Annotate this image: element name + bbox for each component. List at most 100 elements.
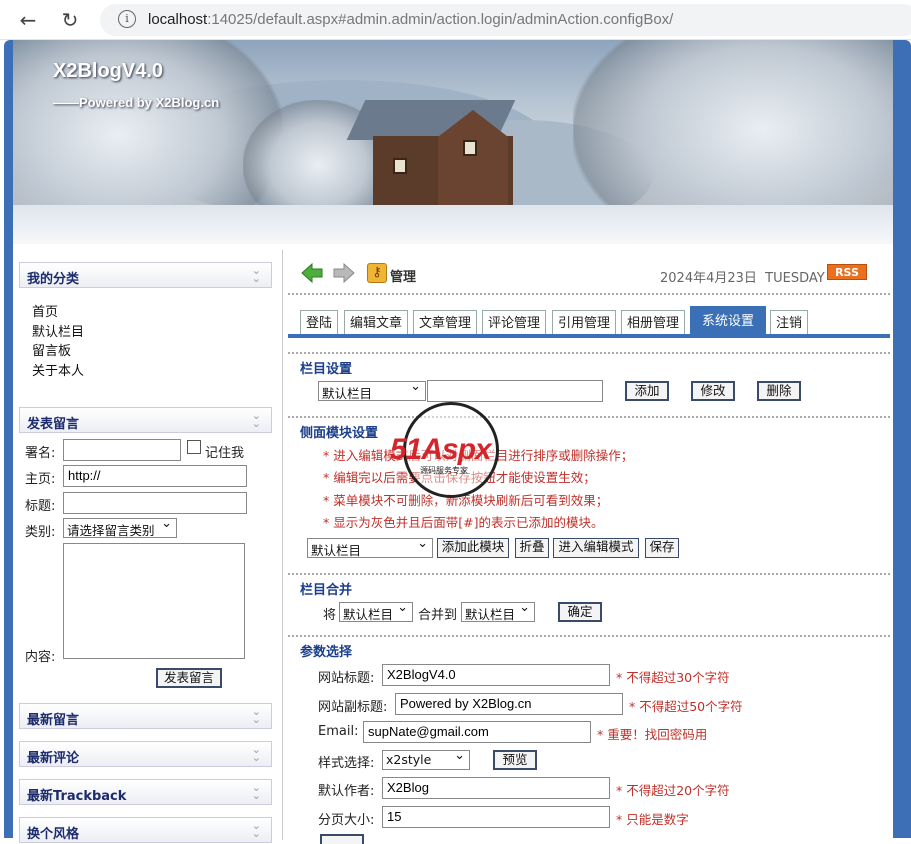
tab-edit-article[interactable]: 编辑文章 [344, 310, 408, 336]
sidebar-head-recent-messages[interactable]: 最新留言 ⌄ ⌄ [19, 703, 272, 729]
watermark-logo: 51Aspx 源码服务专家 [390, 402, 499, 498]
info-icon[interactable]: i [118, 10, 136, 28]
category-link[interactable]: 默认栏目 [32, 323, 272, 343]
save-params-button[interactable] [320, 834, 364, 844]
tab-comment-manage[interactable]: 评论管理 [482, 310, 546, 336]
watermark-brand: 51Aspx [390, 433, 492, 466]
page-frame: X2BlogV4.0 ——Powered by X2Blog.cn 我的分类 ⌄ ⌄… [4, 40, 911, 844]
email-label: Email: [318, 724, 359, 739]
category-link[interactable]: 留言板 [32, 342, 272, 362]
watermark-tagline: 源码服务专家 [420, 466, 468, 475]
tab-trackback-manage[interactable]: 引用管理 [552, 310, 616, 336]
tab-underline [288, 334, 890, 338]
save-modules-button[interactable]: 保存 [645, 538, 679, 558]
collapse-chevron-icon[interactable]: ⌄ ⌄ [252, 410, 261, 429]
column-select[interactable]: 默认栏目 [318, 379, 426, 401]
page-size-input[interactable]: 15 [382, 806, 610, 828]
tab-system-settings[interactable]: 系统设置 [690, 306, 766, 336]
tab-logout[interactable]: 注销 [770, 310, 808, 336]
type-label: 类别: [25, 525, 56, 540]
subject-input[interactable] [63, 492, 247, 514]
manage-label[interactable]: 管理 [390, 266, 416, 285]
module-select[interactable]: 默认栏目 [307, 536, 433, 558]
reload-icon[interactable]: ↻ [58, 8, 82, 32]
content-label: 内容: [25, 650, 56, 665]
page-size-label: 分页大小: [318, 813, 375, 828]
site-title-input[interactable]: X2BlogV4.0 [382, 664, 610, 686]
collapse-chevron-icon[interactable]: ⌄ ⌄ [252, 706, 261, 725]
style-select[interactable]: x2style [382, 748, 470, 770]
collapse-chevron-icon[interactable]: ⌄ ⌄ [252, 265, 261, 284]
sidebar-head-recent-comments[interactable]: 最新评论 ⌄ ⌄ [19, 741, 272, 767]
homepage-input[interactable]: http:// [63, 465, 247, 487]
author-input[interactable]: X2Blog [382, 777, 610, 799]
site-subtitle-note: * 不得超过50个字符 [629, 699, 743, 714]
tab-album-manage[interactable]: 相册管理 [621, 310, 685, 336]
date-text: 2024年4月23日 TUESDAY [660, 271, 825, 286]
merge-from-select[interactable]: 默认栏目 [339, 600, 413, 622]
section-title-params: 参数选择 [300, 645, 353, 660]
email-input[interactable]: supNate@gmail.com [363, 721, 591, 743]
merge-middle-label: 合并到 [418, 608, 458, 623]
merge-to-select[interactable]: 默认栏目 [461, 600, 535, 622]
preview-button[interactable]: 预览 [493, 750, 537, 770]
key-icon: ⚷ [367, 263, 387, 283]
sidebar: 我的分类 ⌄ ⌄ 首页 默认栏目 留言板 关于本人 [19, 262, 272, 381]
tab-article-manage[interactable]: 文章管理 [413, 310, 477, 336]
delete-column-button[interactable]: 删除 [757, 381, 801, 401]
category-link[interactable]: 关于本人 [32, 362, 272, 382]
back-arrow-icon[interactable]: ← [16, 8, 40, 32]
column-divider [282, 250, 283, 840]
add-module-button[interactable]: 添加此模块 [437, 538, 509, 558]
edit-mode-button[interactable]: 进入编辑模式 [553, 538, 639, 558]
collapse-chevron-icon[interactable]: ⌄ ⌄ [252, 782, 261, 801]
column-name-input[interactable] [427, 380, 603, 402]
remember-checkbox[interactable] [187, 440, 201, 454]
page-size-note: * 只能是数字 [616, 812, 689, 827]
sidebar-head-style[interactable]: 换个风格 ⌄ ⌄ [19, 817, 272, 843]
page-content: X2BlogV4.0 ——Powered by X2Blog.cn 我的分类 ⌄ ⌄… [13, 40, 893, 844]
section-title-side-module: 侧面模块设置 [300, 426, 379, 441]
back-green-arrow-icon[interactable] [301, 262, 323, 284]
author-note: * 不得超过20个字符 [616, 783, 730, 798]
url-text: localhost:14025/default.aspx#admin.admin… [148, 11, 674, 28]
divider [288, 352, 890, 354]
site-title-label: 网站标题: [318, 671, 375, 686]
tab-login[interactable]: 登陆 [300, 310, 338, 336]
house-window [393, 158, 407, 174]
header-banner: X2BlogV4.0 ——Powered by X2Blog.cn [13, 40, 893, 244]
rss-badge[interactable]: RSS [827, 264, 867, 280]
category-list: 首页 默认栏目 留言板 关于本人 [19, 288, 272, 381]
blog-subtitle: ——Powered by X2Blog.cn [53, 95, 220, 110]
sidebar-head-categories[interactable]: 我的分类 ⌄ ⌄ [19, 262, 272, 288]
subject-label: 标题: [25, 499, 56, 514]
edit-column-button[interactable]: 修改 [691, 381, 735, 401]
add-column-button[interactable]: 添加 [625, 381, 669, 401]
section-title-columns: 栏目设置 [300, 362, 353, 377]
browser-toolbar: ← ↻ i localhost:14025/default.aspx#admin… [0, 0, 911, 40]
message-type-select[interactable]: 请选择留言类别 [63, 516, 177, 538]
divider [288, 416, 890, 418]
sidebar-head-guestbook[interactable]: 发表留言 ⌄ ⌄ [19, 407, 272, 433]
divider [288, 573, 890, 575]
sidebar-head-trackback[interactable]: 最新Trackback ⌄ ⌄ [19, 779, 272, 805]
site-subtitle-label: 网站副标题: [318, 700, 388, 715]
forward-gray-arrow-icon[interactable] [333, 262, 355, 284]
collapse-chevron-icon[interactable]: ⌄ ⌄ [252, 744, 261, 763]
site-subtitle-input[interactable]: Powered by X2Blog.cn [395, 693, 623, 715]
section-title-merge: 栏目合并 [300, 583, 353, 598]
content-textarea[interactable] [63, 543, 245, 659]
collapse-button[interactable]: 折叠 [515, 538, 549, 558]
site-title-note: * 不得超过30个字符 [616, 670, 730, 685]
submit-message-button[interactable]: 发表留言 [156, 668, 222, 688]
address-bar[interactable]: i localhost:14025/default.aspx#admin.adm… [100, 4, 911, 36]
merge-prefix-label: 将 [323, 608, 337, 623]
signature-label: 署名: [25, 446, 56, 461]
merge-confirm-button[interactable]: 确定 [558, 602, 602, 622]
category-link[interactable]: 首页 [32, 303, 272, 323]
divider [288, 293, 890, 295]
signature-input[interactable] [63, 439, 181, 461]
collapse-chevron-icon[interactable]: ⌄ ⌄ [252, 820, 261, 839]
blog-title[interactable]: X2BlogV4.0 [53, 60, 163, 83]
note-line: * 显示为灰色并且后面带[#]的表示已添加的模块。 [323, 515, 604, 530]
